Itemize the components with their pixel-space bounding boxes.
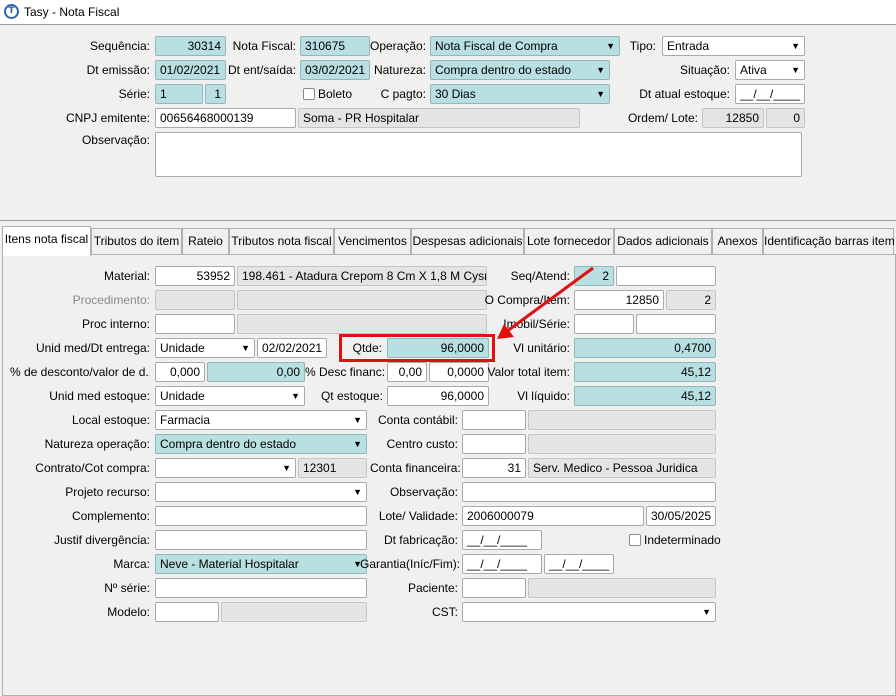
annotation-arrow-icon [497, 266, 594, 339]
tab-itens-nota-fiscal[interactable]: Itens nota fiscal [2, 226, 91, 256]
